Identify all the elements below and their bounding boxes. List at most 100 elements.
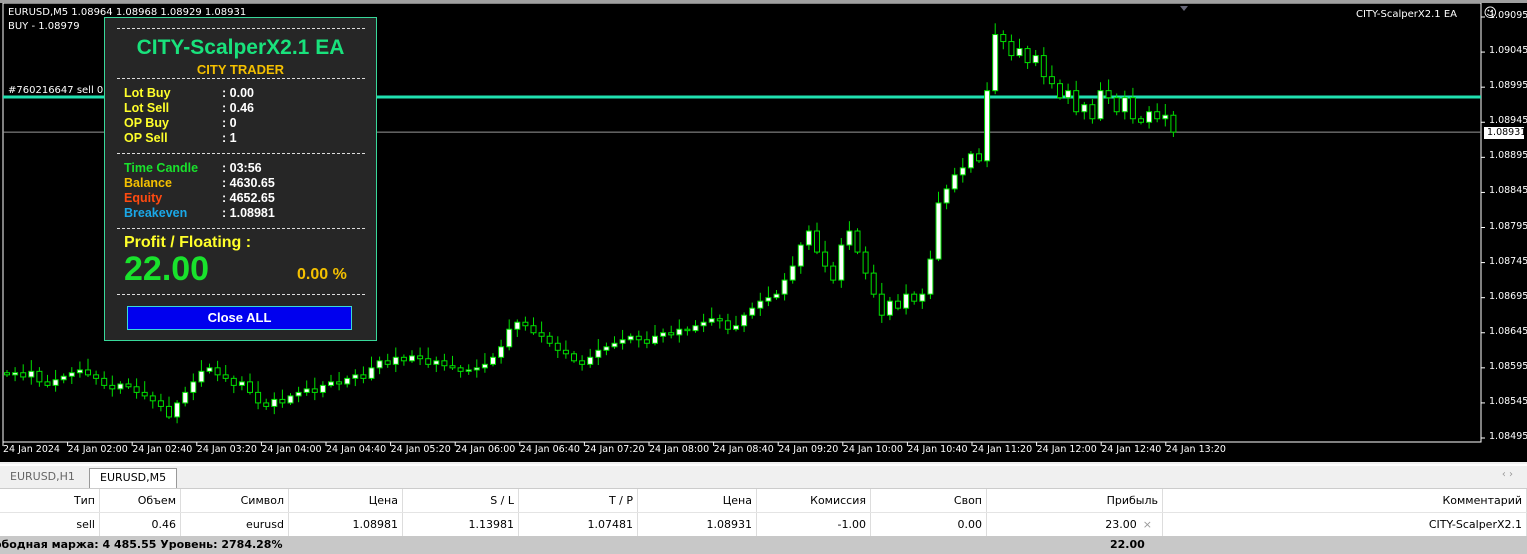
bear-candle [93,374,100,379]
table-cell: 1.07481 [519,513,638,536]
bull-candle [676,328,683,336]
panel-row-label: Time Candle [124,161,199,175]
bear-candle [44,381,51,386]
bull-candle [52,379,59,386]
bull-candle [514,321,521,330]
current-price-marker: 1.08931 [1484,127,1526,139]
bull-candle [117,383,124,390]
bull-candle [951,174,958,190]
tab-eurusd-m5[interactable]: EURUSD,M5 [89,468,178,488]
column-header[interactable]: Объем [100,489,181,512]
column-header[interactable]: Тип [0,489,100,512]
bear-candle [247,381,253,393]
bear-candle [85,369,91,376]
column-header[interactable]: Цена [289,489,403,512]
table-cell: eurusd [181,513,289,536]
bear-candle [522,321,529,327]
column-header[interactable]: Своп [871,489,987,512]
panel-row-label: Lot Sell [124,101,170,115]
bear-candle [1000,34,1007,43]
bull-candle [352,374,359,379]
panel-row: Equity: 4652.65 [124,191,275,205]
column-header[interactable]: S / L [403,489,519,512]
bull-candle [392,356,399,365]
column-header[interactable]: Прибыль [987,489,1163,512]
bull-candle [473,367,480,371]
bull-candle [287,395,294,404]
tab-eurusd-h1[interactable]: EURUSD,H1 [0,468,85,488]
bull-candle [781,279,788,295]
bear-candle [457,367,464,372]
bull-candle [328,381,334,386]
tab-scroll-arrows[interactable]: ‹ › [1502,469,1513,480]
table-row[interactable]: sell 0.46 eurusd 1.08981 1.13981 1.07481 1.089… [0,512,1527,536]
bull-candle [943,188,950,204]
bear-candle [976,153,982,162]
table-cell: 23.00 × [987,513,1163,536]
panel-row-label: Balance [124,176,172,190]
panel-row: Lot Buy: 0.00 [124,86,254,100]
bull-candle [198,370,205,383]
time-tick: 24 Jan 08:40 [713,444,774,455]
divider [117,294,365,295]
panel-row: Time Candle: 03:56 [124,161,262,175]
bear-candle [166,405,172,418]
price-tick: 1.08595 [1489,360,1527,372]
column-header[interactable]: Комиссия [757,489,871,512]
price-tick: 1.09095 [1489,10,1527,21]
column-header[interactable]: T / P [519,489,638,512]
bear-candle [336,381,343,385]
close-order-icon[interactable]: × [1143,518,1152,531]
bear-candle [1170,114,1177,133]
price-tick: 1.08695 [1489,290,1527,302]
divider [117,78,365,79]
bull-candle [1032,55,1039,64]
bull-candle [376,360,383,369]
bear-candle [141,391,148,397]
bull-candle [959,167,966,176]
bull-candle [749,307,756,316]
bull-candle [765,297,772,302]
panel-row-value: 0 [229,116,237,130]
column-header[interactable]: Цена [638,489,757,512]
bull-candle [174,402,181,418]
bear-candle [263,402,270,407]
bear-candle [1138,118,1144,123]
bull-candle [190,381,197,393]
bull-candle [12,372,19,376]
bull-candle [1121,97,1128,113]
bear-candle [36,370,43,383]
bear-candle [1057,83,1063,99]
bear-candle [384,360,391,365]
column-header[interactable]: Комментарий [1163,489,1527,512]
bull-candle [886,300,893,316]
bull-candle [1146,111,1153,123]
bear-candle [214,367,221,376]
bull-candle [595,349,602,358]
bull-candle [708,318,715,323]
free-margin-summary: ободная маржа: 4 485.55 Уровень: 2784.28… [0,538,283,551]
time-tick: 24 Jan 12:00 [1036,444,1097,455]
bear-candle [1113,97,1120,113]
panel-row: OP Sell: 1 [124,131,237,145]
bull-candle [919,293,926,302]
bull-candle [927,258,934,295]
trade-table: Тип Объем Символ Цена S / LT / P Цена Комиссия… [0,488,1527,554]
column-header[interactable]: Символ [181,489,289,512]
panel-row: OP Buy: 0 [124,116,237,130]
bear-candle [822,251,829,267]
bull-candle [660,332,667,337]
bull-candle [692,325,699,332]
bear-candle [870,272,877,295]
bear-candle [1129,97,1136,120]
bear-candle [1105,90,1112,99]
close-all-button[interactable]: Close ALL [127,306,352,330]
bull-candle [1065,90,1072,99]
panel-row-sep: : [222,101,230,115]
panel-row-value: 0.46 [229,101,254,115]
bull-candle [733,325,739,330]
time-tick: 24 Jan 11:20 [972,444,1033,455]
panel-row-label: Equity [124,191,163,205]
divider [117,28,365,29]
bear-candle [724,320,731,330]
